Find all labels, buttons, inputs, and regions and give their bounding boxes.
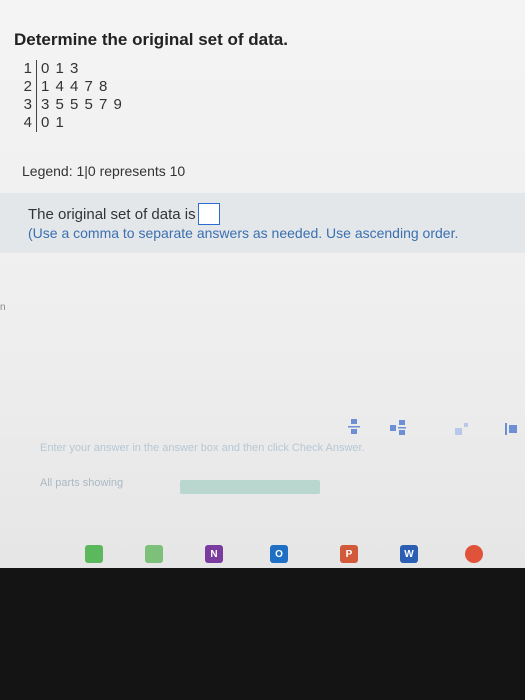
answer-input[interactable] [197,203,220,225]
outlook-app-label: O [275,548,283,560]
outlook-app-icon[interactable]: O [270,545,288,563]
stem: 2 [20,78,37,96]
answer-prompt: The original set of data is [28,203,220,225]
exponent-icon[interactable] [455,422,469,438]
chrome-app-icon[interactable] [465,545,483,563]
stem-leaf-row: 4 0 1 [20,114,123,132]
stem: 4 [20,114,37,132]
stem-leaf-row: 1 0 1 3 [20,60,123,78]
star-app-icon[interactable] [145,545,163,563]
side-mark: n [0,302,6,313]
stem-leaf-row: 3 3 5 5 5 7 9 [20,96,123,114]
answer-instructions: (Use a comma to separate answers as need… [28,225,459,241]
word-app-icon[interactable]: W [400,545,418,563]
answer-hint: Enter your answer in the answer box and … [40,442,365,454]
problem-title: Determine the original set of data. [14,30,288,49]
onenote-app-icon[interactable]: N [205,545,223,563]
mixed-number-icon[interactable] [390,420,412,439]
absolute-value-icon[interactable] [505,422,519,439]
stem: 1 [20,60,37,78]
leaves: 0 1 [41,114,65,131]
leaves: 3 5 5 5 7 9 [41,96,123,113]
fraction-icon[interactable] [348,418,360,439]
screen: Determine the original set of data. 1 0 … [0,0,525,568]
stem-leaf-row: 2 1 4 4 7 8 [20,78,123,96]
stem: 3 [20,96,37,114]
leaves: 0 1 3 [41,60,80,77]
calendar-app-icon[interactable] [85,545,103,563]
answer-prompt-text: The original set of data is [28,205,196,223]
parts-status: All parts showing [40,477,124,489]
powerpoint-app-icon[interactable]: P [340,545,358,563]
taskbar [0,535,525,568]
leaves: 1 4 4 7 8 [41,78,109,95]
word-app-label: W [404,548,414,560]
powerpoint-app-label: P [345,548,353,560]
stem-leaf-plot: 1 0 1 3 2 1 4 4 7 8 3 3 5 5 5 7 9 4 0 1 [20,60,123,132]
onenote-app-label: N [210,548,218,560]
progress-bar [180,480,320,494]
legend: Legend: 1|0 represents 10 [22,163,186,179]
